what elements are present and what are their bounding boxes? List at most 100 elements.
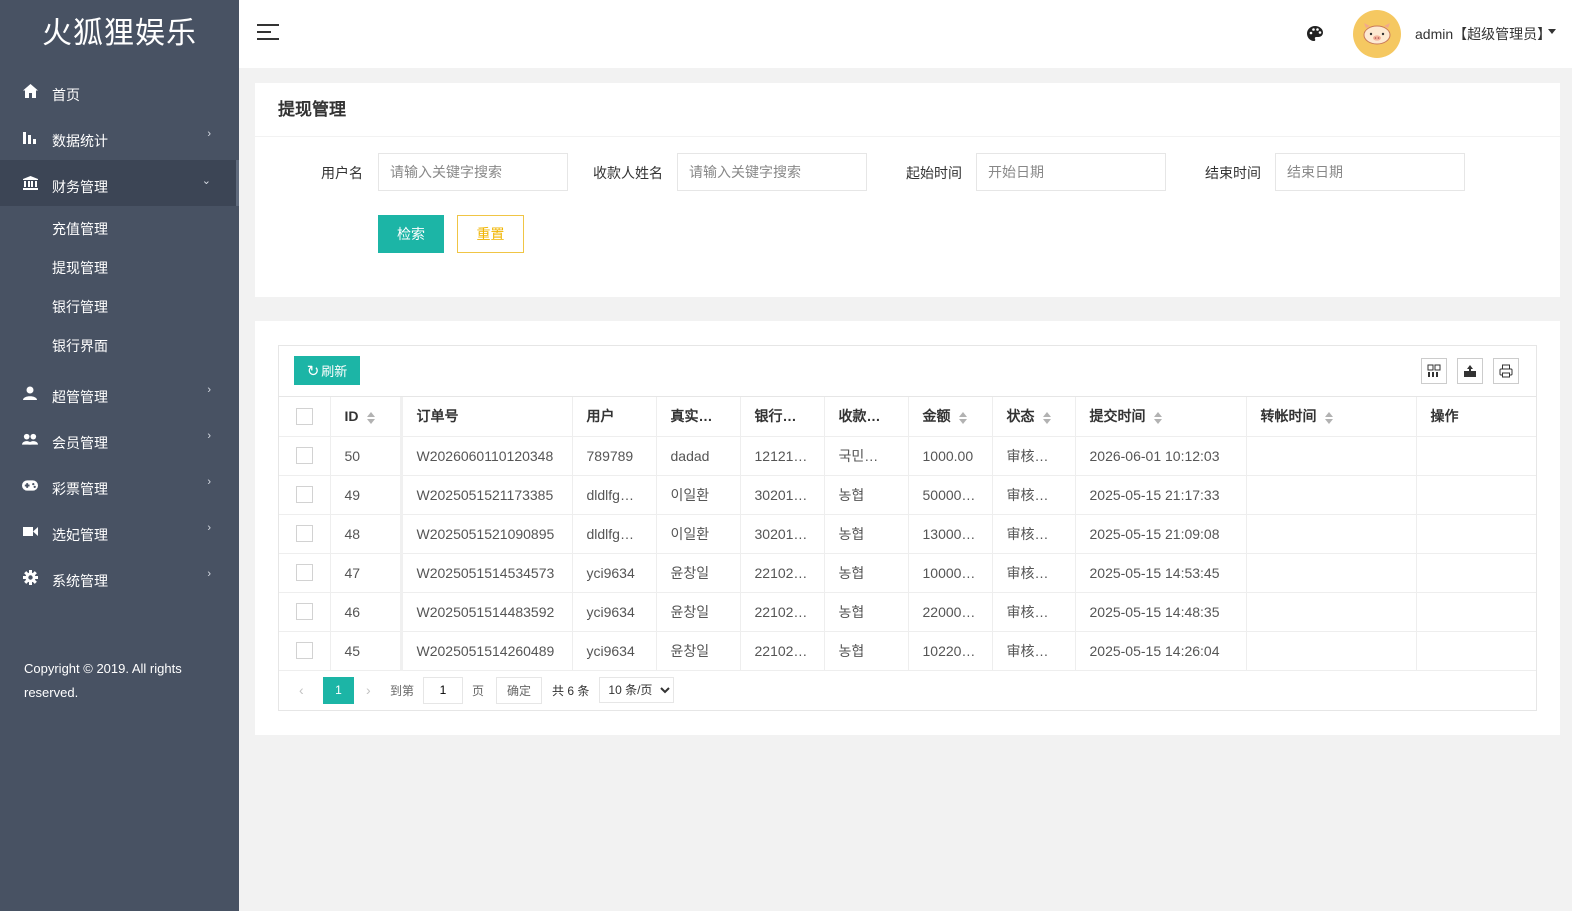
cell-real: 윤창일 — [656, 631, 741, 671]
cell-amount: 50000… — [908, 475, 993, 515]
cell-transfer — [1246, 592, 1417, 632]
row-select-cell — [279, 592, 331, 632]
cell-payee: 농협 — [824, 475, 909, 515]
sort-icon[interactable] — [1153, 411, 1162, 424]
sidebar-item-label: 财务管理 — [52, 179, 108, 195]
table-row[interactable]: 45 W2025051514260489 yci9634 윤창일 22102… 농협 102… — [279, 631, 1536, 671]
cell-id: 49 — [330, 475, 403, 515]
cell-op — [1416, 592, 1536, 632]
payee-input[interactable] — [677, 153, 867, 191]
cell-payee: 국민… — [824, 436, 909, 476]
username-input[interactable] — [378, 153, 568, 191]
sidebar-item-home[interactable]: 首页 — [0, 68, 239, 114]
cell-amount: 22000… — [908, 592, 993, 632]
cell-submit: 2025-05-15 21:17:33 — [1075, 475, 1247, 515]
header-id[interactable]: ID — [330, 397, 403, 437]
cell-op — [1416, 553, 1536, 593]
pig-face-icon — [1363, 23, 1391, 45]
caret-down-icon[interactable] — [1548, 29, 1556, 34]
header-status[interactable]: 状态 — [992, 397, 1076, 437]
prev-page-icon[interactable]: ‹ — [299, 682, 311, 698]
table-toolbar: ↻ 刷新 — [279, 346, 1536, 397]
table-row[interactable]: 48 W2025051521090895 dldlfg… 이일환 30201… 농협 130… — [279, 514, 1536, 554]
copyright-text: Copyright © 2019. All rights reserved. — [24, 661, 182, 700]
sidebar-item-stats[interactable]: 数据统计 › — [0, 114, 239, 160]
table-row[interactable]: 46 W2025051514483592 yci9634 윤창일 22102… 농협 220… — [279, 592, 1536, 632]
reset-button[interactable]: 重置 — [457, 215, 524, 253]
table-row[interactable]: 47 W2025051514534573 yci9634 윤창일 22102… 농협 100… — [279, 553, 1536, 593]
menu-toggle-icon[interactable] — [257, 24, 279, 42]
cell-bank: 22102… — [740, 631, 825, 671]
sort-icon[interactable] — [958, 411, 967, 424]
table-header-row: ID 订单号 用户 真实… 银行… 收款… 金额 状态 提交时间 转帐时间 操作 — [279, 397, 1536, 437]
chevron-down-icon: ⌄ — [201, 175, 211, 187]
sidebar-item-label: 数据统计 — [52, 133, 108, 149]
sidebar-subitem-bank-ui[interactable]: 银行界面 — [0, 327, 239, 366]
cell-order: W2026060110120348 — [401, 436, 573, 476]
sidebar-item-select[interactable]: 选妃管理 › — [0, 508, 239, 554]
cell-amount: 10220… — [908, 631, 993, 671]
header-transfer-time[interactable]: 转帐时间 — [1246, 397, 1417, 437]
avatar[interactable] — [1353, 10, 1401, 58]
sidebar-item-members[interactable]: 会员管理 › — [0, 416, 239, 462]
select-all-checkbox[interactable] — [295, 408, 313, 426]
sidebar-item-finance[interactable]: 财务管理 ⌄ — [0, 160, 239, 206]
row-checkbox[interactable] — [295, 447, 313, 465]
goto-page-input[interactable] — [423, 676, 464, 704]
header-label: 状态 — [1006, 408, 1035, 425]
app-logo: 火狐狸娱乐 — [42, 16, 197, 51]
header-amount[interactable]: 金额 — [908, 397, 993, 437]
sidebar-item-system[interactable]: 系统管理 › — [0, 554, 239, 600]
refresh-button[interactable]: ↻ 刷新 — [294, 356, 360, 385]
print-icon[interactable] — [1493, 358, 1519, 384]
sidebar-subitem-withdraw[interactable]: 提现管理 — [0, 249, 239, 288]
sidebar-item-admin[interactable]: 超管管理 › — [0, 370, 239, 416]
cell-id: 45 — [330, 631, 403, 671]
sidebar-subitem-bank[interactable]: 银行管理 — [0, 288, 239, 327]
sidebar: 火狐狸娱乐 首页 数据统计 › 财务管理 ⌄ 充值管理 提现管理 银行管理 银行… — [0, 0, 239, 911]
cell-status: 审核拒绝 — [992, 475, 1076, 515]
start-date-input[interactable] — [976, 153, 1166, 191]
sort-icon[interactable] — [1042, 411, 1051, 424]
cell-real: 이일환 — [656, 514, 741, 554]
header-label: 转帐时间 — [1260, 408, 1317, 425]
header-submit-time[interactable]: 提交时间 — [1075, 397, 1247, 437]
user-icon — [22, 385, 38, 401]
page-size-select[interactable]: 10 条/页 — [599, 677, 675, 703]
row-checkbox[interactable] — [295, 525, 313, 543]
cell-user: 789789 — [572, 436, 657, 476]
header-realname: 真实… — [656, 397, 741, 437]
home-icon — [22, 83, 38, 99]
user-menu[interactable]: admin【超级管理员】 — [1415, 24, 1551, 44]
row-checkbox[interactable] — [295, 603, 313, 621]
row-checkbox[interactable] — [295, 564, 313, 582]
sort-icon[interactable] — [366, 411, 375, 424]
start-time-label: 起始时间 — [906, 165, 962, 181]
table-row[interactable]: 50 W2026060110120348 789789 dadad 12121… 국민… 1… — [279, 436, 1536, 476]
refresh-icon: ↻ — [306, 362, 320, 380]
cell-order: W2025051514483592 — [401, 592, 573, 632]
cell-user: dldlfg… — [572, 475, 657, 515]
sidebar-subitem-recharge[interactable]: 充值管理 — [0, 210, 239, 249]
table-row[interactable]: 49 W2025051521173385 dldlfg… 이일환 30201… 농협 500… — [279, 475, 1536, 515]
header-payee: 收款… — [824, 397, 909, 437]
columns-filter-icon[interactable] — [1421, 358, 1447, 384]
next-page-icon[interactable]: › — [366, 682, 378, 698]
cell-bank: 22102… — [740, 553, 825, 593]
cell-op — [1416, 475, 1536, 515]
search-card: 提现管理 用户名 收款人姓名 起始时间 结束时间 检索 重置 — [255, 83, 1560, 297]
sidebar-item-lottery[interactable]: 彩票管理 › — [0, 462, 239, 508]
cell-bank: 30201… — [740, 475, 825, 515]
end-date-input[interactable] — [1275, 153, 1465, 191]
palette-icon[interactable] — [1306, 25, 1324, 43]
export-icon[interactable] — [1457, 358, 1483, 384]
sort-icon[interactable] — [1324, 411, 1333, 424]
sidebar-item-label: 会员管理 — [52, 435, 108, 451]
goto-confirm-button[interactable]: 确定 — [496, 676, 543, 704]
row-checkbox[interactable] — [295, 642, 313, 660]
search-button[interactable]: 检索 — [378, 215, 444, 253]
page-current[interactable]: 1 — [323, 676, 354, 704]
cell-submit: 2025-05-15 14:48:35 — [1075, 592, 1247, 632]
cell-transfer — [1246, 436, 1417, 476]
row-checkbox[interactable] — [295, 486, 313, 504]
